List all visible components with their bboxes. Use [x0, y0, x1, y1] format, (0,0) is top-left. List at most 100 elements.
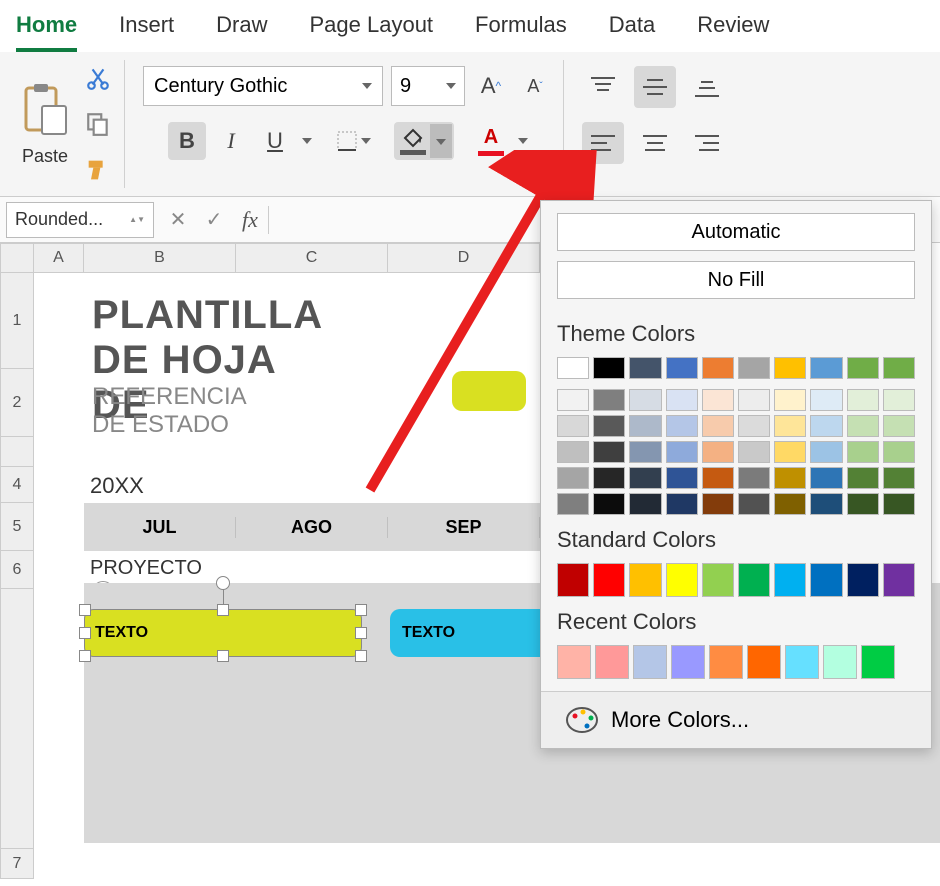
- color-swatch[interactable]: [810, 441, 842, 463]
- color-swatch[interactable]: [774, 389, 806, 411]
- tab-data[interactable]: Data: [609, 8, 655, 52]
- color-swatch[interactable]: [593, 563, 625, 597]
- color-swatch[interactable]: [629, 493, 661, 515]
- color-swatch[interactable]: [883, 389, 915, 411]
- color-swatch[interactable]: [702, 415, 734, 437]
- color-swatch[interactable]: [557, 389, 589, 411]
- color-swatch[interactable]: [747, 645, 781, 679]
- cut-button[interactable]: [80, 60, 116, 96]
- row-header-2[interactable]: 2: [0, 369, 34, 437]
- color-swatch[interactable]: [883, 467, 915, 489]
- fill-color-dropdown[interactable]: [430, 124, 452, 158]
- row-header-1[interactable]: 1: [0, 273, 34, 369]
- color-swatch[interactable]: [847, 467, 879, 489]
- color-swatch[interactable]: [774, 415, 806, 437]
- color-swatch[interactable]: [557, 415, 589, 437]
- row-header-blank[interactable]: [0, 589, 34, 849]
- align-middle-button[interactable]: [634, 66, 676, 108]
- color-swatch[interactable]: [629, 415, 661, 437]
- rotate-handle[interactable]: [216, 576, 230, 590]
- color-swatch[interactable]: [883, 563, 915, 597]
- decrease-font-button[interactable]: Aˇ: [517, 68, 553, 104]
- tab-page-layout[interactable]: Page Layout: [310, 8, 434, 52]
- color-swatch[interactable]: [810, 493, 842, 515]
- resize-handle[interactable]: [79, 604, 91, 616]
- bold-button[interactable]: B: [168, 122, 206, 160]
- name-box[interactable]: Rounded...▲▼: [6, 202, 154, 238]
- color-swatch[interactable]: [847, 441, 879, 463]
- resize-handle[interactable]: [217, 604, 229, 616]
- font-color-button[interactable]: A: [474, 124, 508, 158]
- color-swatch[interactable]: [629, 467, 661, 489]
- fx-label[interactable]: fx: [242, 207, 258, 233]
- resize-handle[interactable]: [355, 650, 367, 662]
- format-painter-button[interactable]: [80, 152, 116, 188]
- color-swatch[interactable]: [823, 645, 857, 679]
- align-right-button[interactable]: [686, 122, 728, 164]
- color-swatch[interactable]: [738, 493, 770, 515]
- tab-insert[interactable]: Insert: [119, 8, 174, 52]
- no-fill-button[interactable]: No Fill: [557, 261, 915, 299]
- color-swatch[interactable]: [702, 389, 734, 411]
- color-swatch[interactable]: [861, 645, 895, 679]
- color-swatch[interactable]: [883, 441, 915, 463]
- color-swatch[interactable]: [774, 563, 806, 597]
- tab-review[interactable]: Review: [697, 8, 769, 52]
- col-header-c[interactable]: C: [236, 243, 388, 273]
- color-swatch[interactable]: [847, 415, 879, 437]
- color-swatch[interactable]: [629, 357, 661, 379]
- color-swatch[interactable]: [629, 389, 661, 411]
- selected-shape-1[interactable]: TEXTO: [84, 609, 362, 657]
- color-swatch[interactable]: [738, 389, 770, 411]
- color-swatch[interactable]: [593, 415, 625, 437]
- color-swatch[interactable]: [702, 467, 734, 489]
- tab-draw[interactable]: Draw: [216, 8, 267, 52]
- color-swatch[interactable]: [702, 357, 734, 379]
- color-swatch[interactable]: [666, 389, 698, 411]
- tab-formulas[interactable]: Formulas: [475, 8, 567, 52]
- col-header-b[interactable]: B: [84, 243, 236, 273]
- color-swatch[interactable]: [629, 441, 661, 463]
- color-swatch[interactable]: [810, 389, 842, 411]
- color-swatch[interactable]: [810, 467, 842, 489]
- resize-handle[interactable]: [217, 650, 229, 662]
- color-swatch[interactable]: [557, 441, 589, 463]
- automatic-color-button[interactable]: Automatic: [557, 213, 915, 251]
- color-swatch[interactable]: [593, 441, 625, 463]
- color-swatch[interactable]: [810, 357, 842, 379]
- increase-font-button[interactable]: A^: [473, 68, 509, 104]
- color-swatch[interactable]: [593, 357, 625, 379]
- color-swatch[interactable]: [709, 645, 743, 679]
- color-swatch[interactable]: [702, 563, 734, 597]
- color-swatch[interactable]: [666, 563, 698, 597]
- color-swatch[interactable]: [785, 645, 819, 679]
- enter-formula-button[interactable]: ✓: [196, 202, 232, 238]
- select-all-corner[interactable]: [0, 243, 34, 273]
- color-swatch[interactable]: [702, 441, 734, 463]
- col-header-a[interactable]: A: [34, 243, 84, 273]
- color-swatch[interactable]: [593, 467, 625, 489]
- row-header-6[interactable]: 6: [0, 551, 34, 589]
- color-swatch[interactable]: [738, 563, 770, 597]
- align-top-button[interactable]: [582, 66, 624, 108]
- color-swatch[interactable]: [883, 415, 915, 437]
- color-swatch[interactable]: [671, 645, 705, 679]
- color-swatch[interactable]: [557, 563, 589, 597]
- resize-handle[interactable]: [355, 604, 367, 616]
- align-center-button[interactable]: [634, 122, 676, 164]
- align-left-button[interactable]: [582, 122, 624, 164]
- color-swatch[interactable]: [557, 467, 589, 489]
- font-color-dropdown[interactable]: [518, 138, 528, 144]
- color-swatch[interactable]: [557, 645, 591, 679]
- color-swatch[interactable]: [738, 357, 770, 379]
- italic-button[interactable]: I: [212, 122, 250, 160]
- more-colors-button[interactable]: More Colors...: [541, 691, 931, 748]
- color-swatch[interactable]: [666, 441, 698, 463]
- row-header-7[interactable]: 7: [0, 849, 34, 879]
- color-swatch[interactable]: [666, 357, 698, 379]
- cancel-formula-button[interactable]: ✕: [160, 202, 196, 238]
- color-swatch[interactable]: [847, 389, 879, 411]
- color-swatch[interactable]: [629, 563, 661, 597]
- color-swatch[interactable]: [738, 415, 770, 437]
- underline-dropdown[interactable]: [302, 138, 312, 144]
